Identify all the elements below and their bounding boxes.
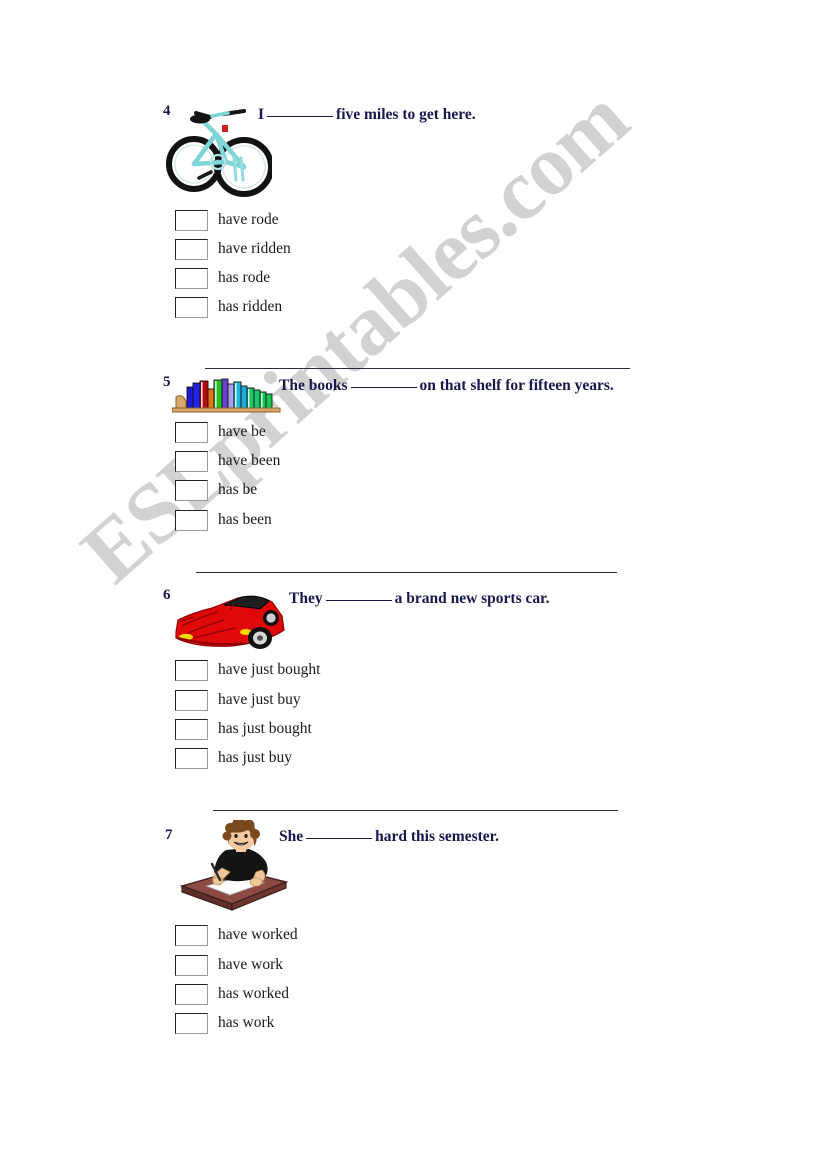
worksheet-page: 4 I five miles to get here. have rode ha…: [0, 0, 821, 1169]
option-checkbox[interactable]: [175, 659, 208, 681]
option-checkbox[interactable]: [175, 479, 208, 501]
option-checkbox[interactable]: [175, 238, 208, 260]
sentence-text-after-6: a brand new sports car.: [394, 590, 550, 607]
option-label: have just bought: [218, 661, 321, 678]
option-row[interactable]: have rode: [175, 209, 279, 231]
student-writing-at-desk-illustration: [176, 820, 288, 925]
sentence-text-before-6: They: [289, 590, 323, 607]
option-checkbox[interactable]: [175, 954, 208, 976]
option-checkbox[interactable]: [175, 267, 208, 289]
option-label: have just buy: [218, 691, 301, 708]
option-row[interactable]: has been: [175, 509, 272, 531]
option-row[interactable]: has worked: [175, 983, 289, 1005]
question-sentence-4: Ifive miles to get here.: [258, 103, 476, 124]
sentence-text-after-4: five miles to get here.: [336, 106, 476, 123]
section-divider: [196, 572, 617, 573]
option-row[interactable]: has ridden: [175, 296, 282, 318]
answer-blank-4[interactable]: [267, 103, 334, 117]
option-label: have work: [218, 956, 283, 973]
option-checkbox[interactable]: [175, 421, 208, 443]
section-divider: [213, 810, 618, 811]
section-divider: [205, 368, 630, 369]
answer-blank-6[interactable]: [325, 587, 392, 601]
question-number-7: 7: [165, 827, 173, 843]
question-sentence-5: The books on that shelf for fifteen years…: [279, 374, 614, 395]
option-label: has just bought: [218, 720, 312, 737]
option-checkbox[interactable]: [175, 718, 208, 740]
answer-blank-7[interactable]: [306, 825, 373, 839]
option-checkbox[interactable]: [175, 209, 208, 231]
option-label: have rode: [218, 211, 279, 228]
option-label: has be: [218, 481, 258, 498]
option-checkbox[interactable]: [175, 509, 208, 531]
option-row[interactable]: has just bought: [175, 718, 312, 740]
red-sports-car-illustration: [172, 586, 290, 652]
sentence-text-after-7: hard this semester.: [375, 828, 499, 845]
option-label: have worked: [218, 926, 298, 943]
option-label: have be: [218, 423, 266, 440]
option-row[interactable]: have ridden: [175, 238, 291, 260]
question-number-6: 6: [163, 587, 171, 603]
answer-blank-5[interactable]: [350, 374, 417, 388]
question-sentence-6: They a brand new sports car.: [289, 587, 549, 608]
option-row[interactable]: has work: [175, 1012, 274, 1034]
bookshelf-illustration: [172, 371, 282, 413]
option-label: has ridden: [218, 298, 283, 315]
option-label: have ridden: [218, 240, 291, 257]
option-checkbox[interactable]: [175, 296, 208, 318]
sentence-text-before-5: The books: [279, 377, 348, 394]
option-label: have been: [218, 452, 281, 469]
option-checkbox[interactable]: [175, 689, 208, 711]
option-row[interactable]: has rode: [175, 267, 270, 289]
option-row[interactable]: have been: [175, 450, 280, 472]
option-label: has rode: [218, 269, 271, 286]
option-row[interactable]: has just buy: [175, 747, 292, 769]
option-row[interactable]: have just bought: [175, 659, 320, 681]
option-row[interactable]: have work: [175, 954, 283, 976]
question-number-5: 5: [163, 374, 171, 390]
option-checkbox[interactable]: [175, 1012, 208, 1034]
option-label: has worked: [218, 985, 290, 1002]
sentence-text-after-5: on that shelf for fifteen years.: [419, 377, 614, 394]
sentence-text-before-4: I: [258, 106, 265, 123]
option-row[interactable]: have be: [175, 421, 266, 443]
option-checkbox[interactable]: [175, 924, 208, 946]
option-label: has just buy: [218, 749, 293, 766]
option-label: has work: [218, 1014, 275, 1031]
option-checkbox[interactable]: [175, 450, 208, 472]
option-label: has been: [218, 511, 272, 528]
bicycle-illustration: [166, 100, 272, 204]
option-row[interactable]: has be: [175, 479, 257, 501]
option-row[interactable]: have just buy: [175, 689, 301, 711]
question-sentence-7: She hard this semester.: [279, 825, 499, 846]
sentence-text-before-7: She: [279, 828, 304, 845]
option-row[interactable]: have worked: [175, 924, 298, 946]
option-checkbox[interactable]: [175, 747, 208, 769]
option-checkbox[interactable]: [175, 983, 208, 1005]
